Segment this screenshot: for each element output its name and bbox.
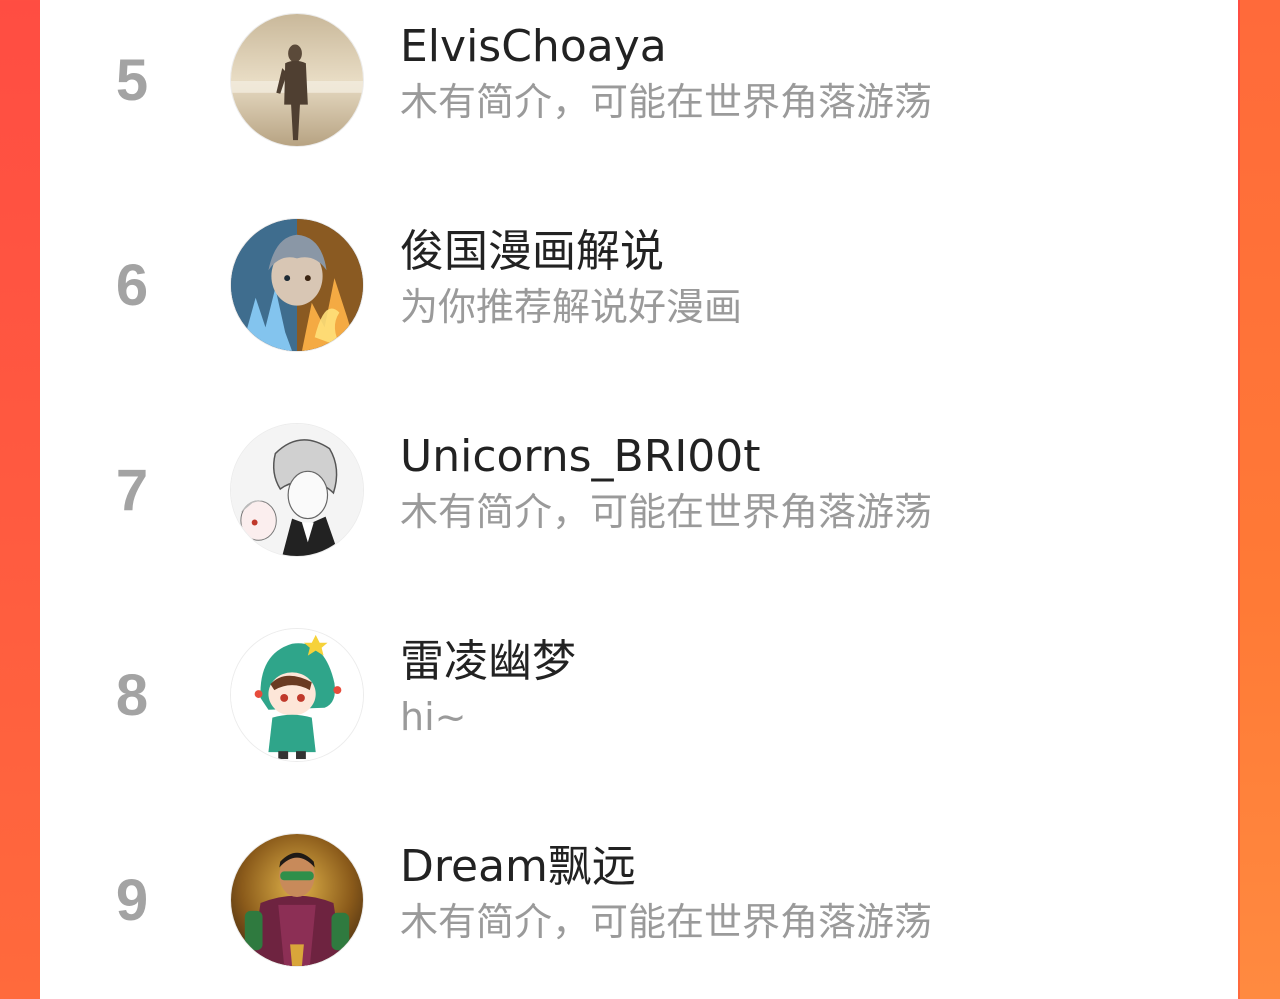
rank-number: 7 xyxy=(115,458,149,523)
list-item[interactable]: 5 ElvisChoaya 木有简介，可能在世界角落游荡 xyxy=(40,0,1238,205)
rank-number: 5 xyxy=(115,48,149,113)
chibi-green-hood-avatar-icon xyxy=(231,629,363,761)
avatar[interactable] xyxy=(230,13,364,147)
list-item[interactable]: 9 Dream飘远 木有简介，可能在世界角落游荡 xyxy=(40,820,1238,999)
list-item[interactable]: 7 Unicorns_BRI00t 木有简介，可能在世界角落游荡 xyxy=(40,410,1238,615)
right-background-band xyxy=(1240,0,1280,999)
ice-fire-anime-avatar-icon xyxy=(231,219,363,351)
hero-masked-avatar-icon xyxy=(231,834,363,966)
user-name: Dream飘远 xyxy=(400,841,636,892)
user-bio: 木有简介，可能在世界角落游荡 xyxy=(400,490,933,534)
avatar[interactable] xyxy=(230,423,364,557)
avatar[interactable] xyxy=(230,833,364,967)
manga-sketch-avatar-icon xyxy=(231,424,363,556)
user-name: ElvisChoaya xyxy=(400,21,667,72)
rank-number: 8 xyxy=(115,663,149,728)
user-name: 雷凌幽梦 xyxy=(400,636,576,687)
list-item[interactable]: 6 俊国漫画解说 为你推荐解说好漫画 xyxy=(40,205,1238,410)
silhouette-beach-avatar-icon xyxy=(231,14,363,146)
user-bio: 木有简介，可能在世界角落游荡 xyxy=(400,80,933,124)
list-item[interactable]: 8 雷凌幽梦 hi~ xyxy=(40,615,1238,820)
rank-number: 9 xyxy=(115,868,149,933)
user-name: 俊国漫画解说 xyxy=(400,226,664,277)
avatar[interactable] xyxy=(230,218,364,352)
avatar[interactable] xyxy=(230,628,364,762)
user-bio: 为你推荐解说好漫画 xyxy=(400,285,743,329)
user-bio: 木有简介，可能在世界角落游荡 xyxy=(400,900,933,944)
ranking-list: 5 ElvisChoaya 木有简介，可能在世界角落游荡 6 俊国漫画解说 为你… xyxy=(40,0,1238,999)
user-bio: hi~ xyxy=(400,695,467,739)
user-name: Unicorns_BRI00t xyxy=(400,431,761,482)
rank-number: 6 xyxy=(115,253,149,318)
